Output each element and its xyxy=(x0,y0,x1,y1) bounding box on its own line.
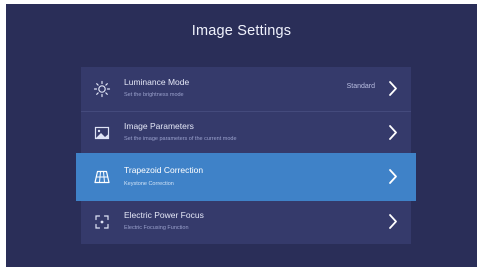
settings-screen: Image Settings Luminance Mode Set the br… xyxy=(6,4,477,267)
image-params-icon xyxy=(93,124,111,142)
chevron-right-icon xyxy=(388,213,398,230)
luminance-mode-value: Standard xyxy=(346,83,375,90)
menu-item-electric-power-focus[interactable]: Electric Power Focus Electric Focusing F… xyxy=(81,200,411,244)
trapezoid-icon xyxy=(93,168,111,186)
menu-item-luminance-mode[interactable]: Luminance Mode Set the brightness mode S… xyxy=(81,67,411,111)
chevron-right-icon xyxy=(388,168,398,185)
menu-item-label: Trapezoid Correction xyxy=(124,165,204,175)
menu-item-subtitle: Set the brightness mode xyxy=(124,92,184,98)
chevron-right-icon xyxy=(388,80,398,97)
settings-menu: Luminance Mode Set the brightness mode S… xyxy=(76,67,416,244)
menu-item-image-parameters[interactable]: Image Parameters Set the image parameter… xyxy=(81,111,411,155)
menu-item-label: Luminance Mode xyxy=(124,77,190,87)
menu-item-label: Electric Power Focus xyxy=(124,210,204,220)
sun-icon xyxy=(93,80,111,98)
menu-item-subtitle: Set the image parameters of the current … xyxy=(124,136,237,142)
page-title: Image Settings xyxy=(191,23,292,39)
menu-item-label: Image Parameters xyxy=(124,121,194,131)
focus-icon xyxy=(93,213,111,231)
menu-item-trapezoid-correction[interactable]: Trapezoid Correction Keystone Correction xyxy=(76,153,416,201)
menu-item-subtitle: Keystone Correction xyxy=(124,181,174,187)
chevron-right-icon xyxy=(388,124,398,141)
menu-item-subtitle: Electric Focusing Function xyxy=(124,225,189,231)
